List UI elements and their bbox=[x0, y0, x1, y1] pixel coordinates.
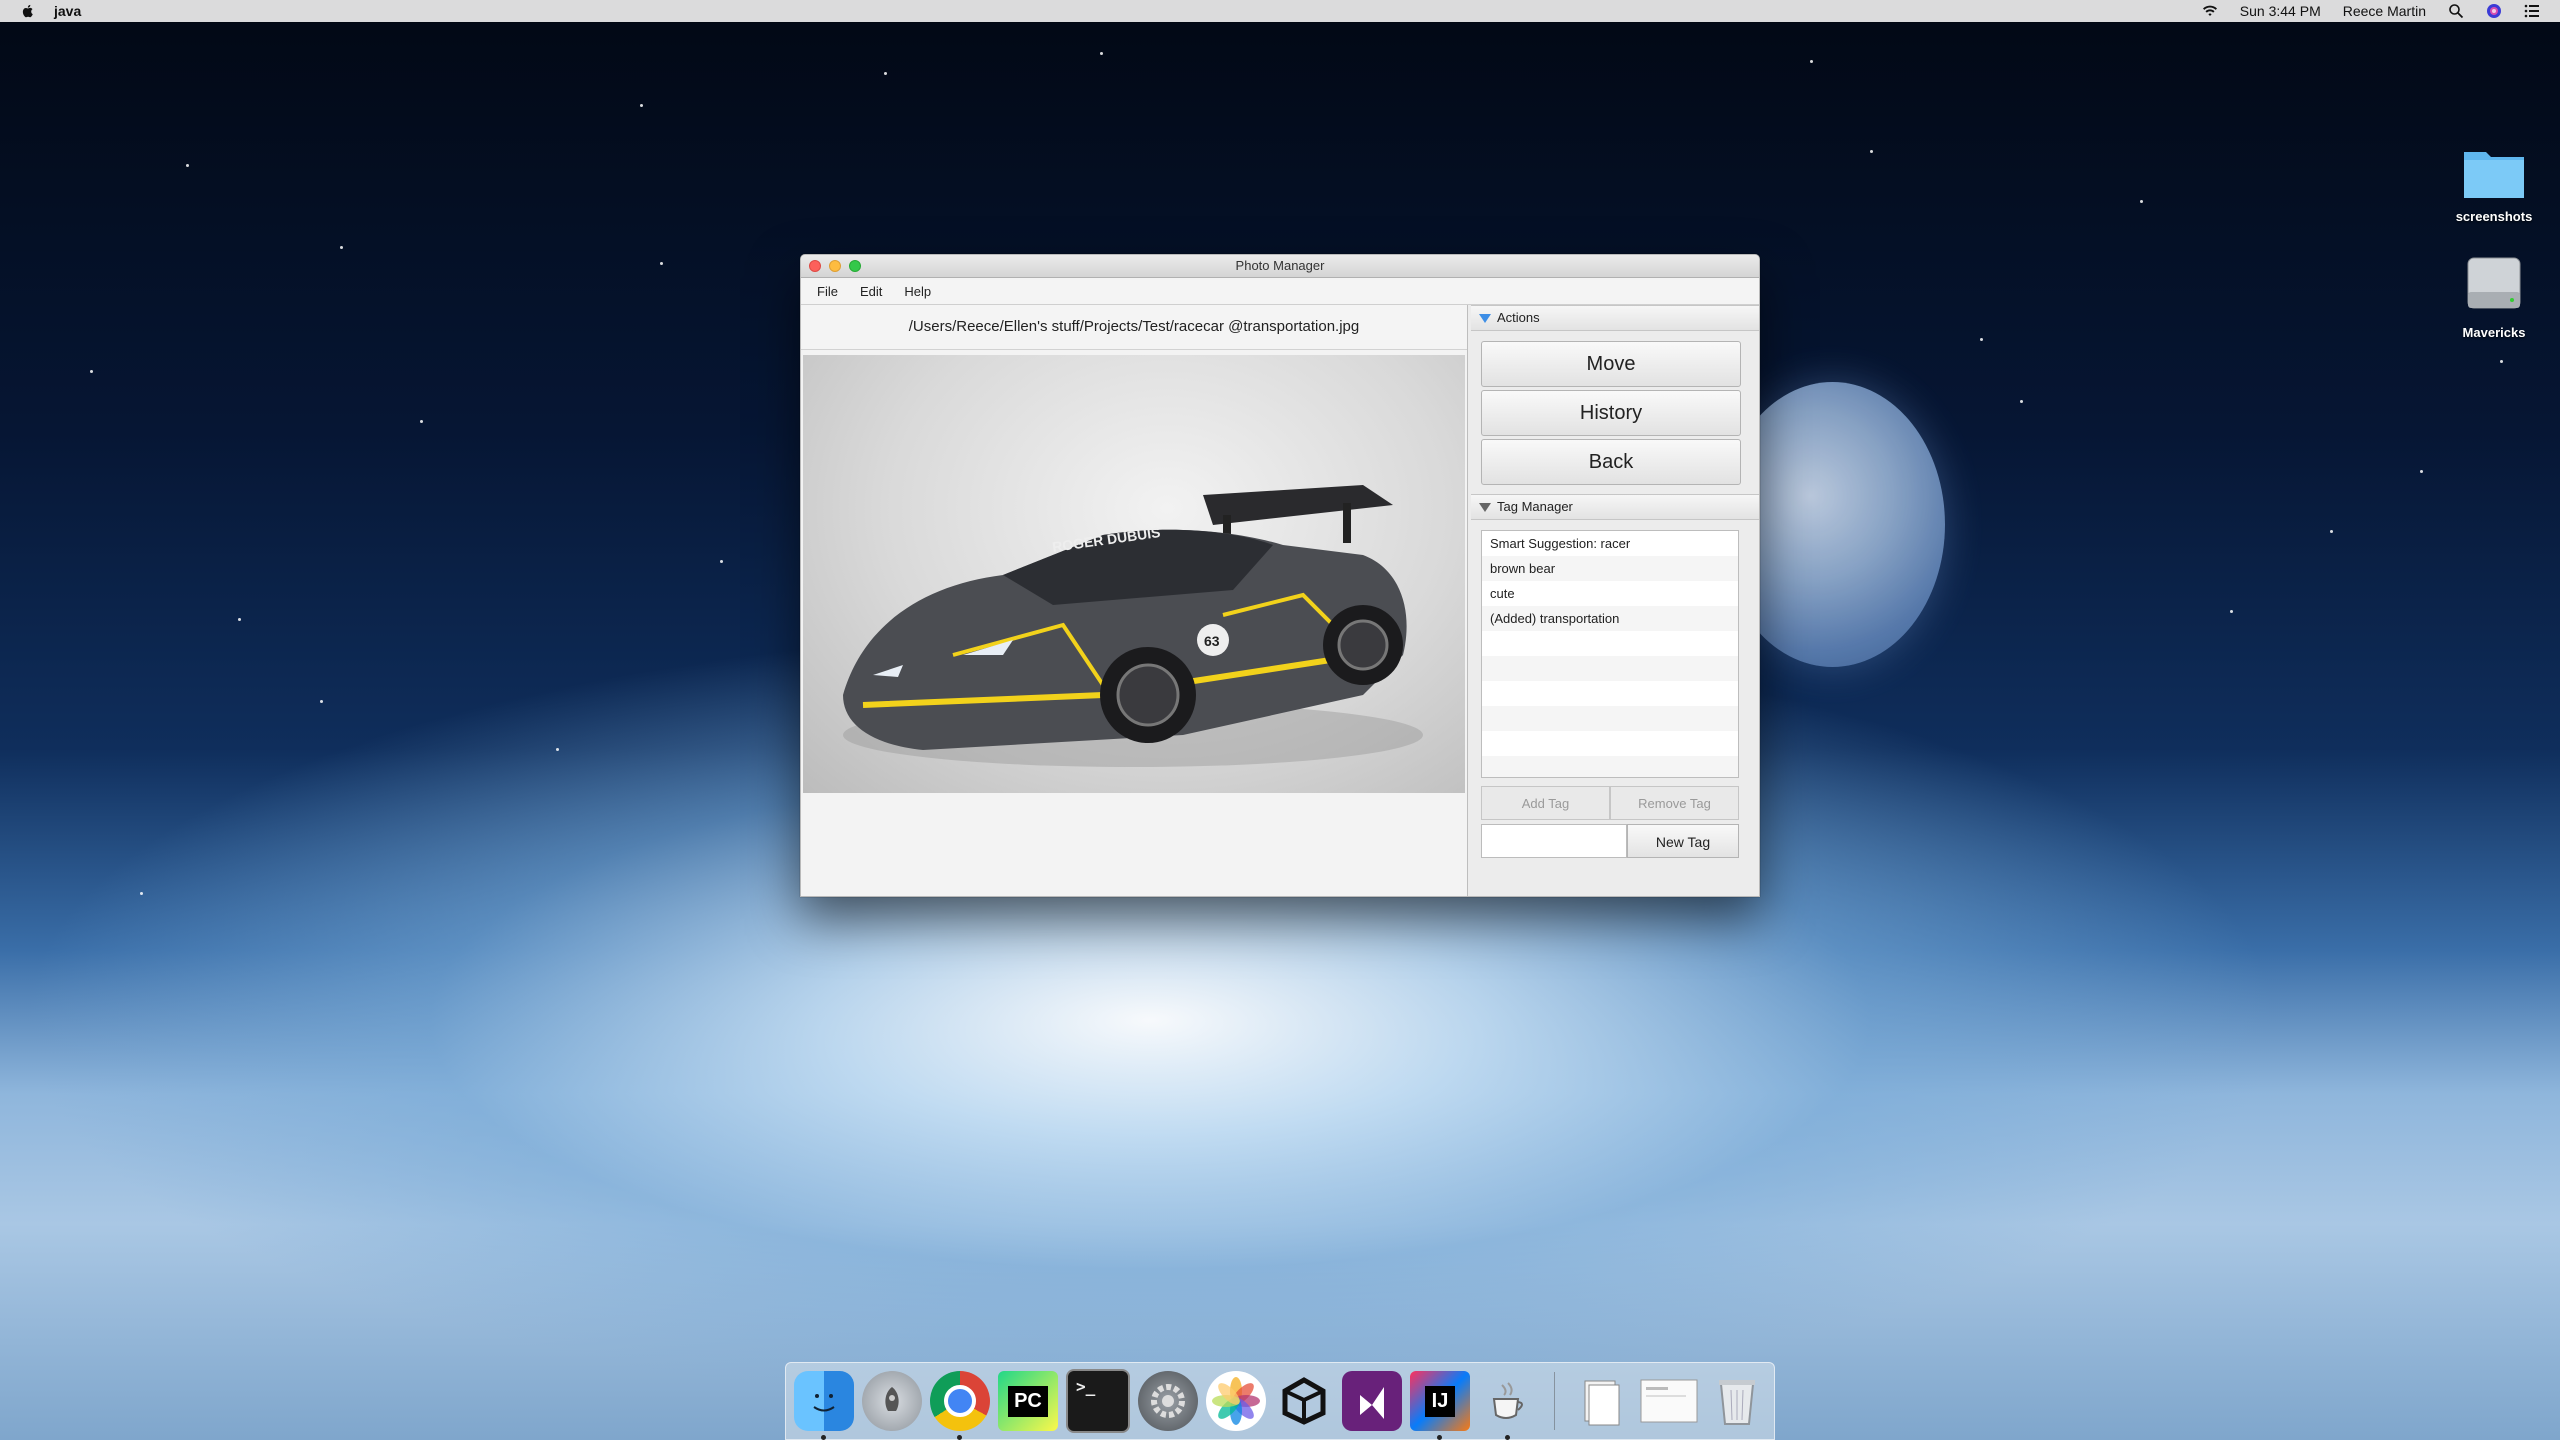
tag-list-empty-row bbox=[1482, 731, 1738, 756]
app-menubar: File Edit Help bbox=[801, 278, 1759, 305]
desktop-item-screenshots[interactable]: screenshots bbox=[2434, 144, 2554, 224]
actions-header-label: Actions bbox=[1497, 310, 1540, 325]
window-title: Photo Manager bbox=[1235, 258, 1325, 273]
actions-header[interactable]: Actions bbox=[1471, 305, 1759, 331]
user-name[interactable]: Reece Martin bbox=[2343, 3, 2426, 19]
folder-icon bbox=[2464, 152, 2524, 198]
trash-icon bbox=[1719, 1380, 1755, 1425]
desktop-item-label: screenshots bbox=[2455, 209, 2533, 224]
photo-preview: ROGER DUBUIS 63 bbox=[803, 355, 1465, 793]
tag-list-empty-row bbox=[1482, 756, 1738, 777]
dock-unity[interactable] bbox=[1274, 1371, 1334, 1431]
dock-chrome[interactable] bbox=[930, 1371, 990, 1440]
photos-icon bbox=[1212, 1377, 1260, 1425]
close-window-button[interactable] bbox=[809, 260, 821, 272]
dock-system-preferences[interactable] bbox=[1138, 1371, 1198, 1431]
visual-studio-icon bbox=[1360, 1387, 1384, 1419]
zoom-window-button[interactable] bbox=[849, 260, 861, 272]
desktop-item-label: Mavericks bbox=[2462, 325, 2526, 340]
tag-manager-header[interactable]: Tag Manager bbox=[1471, 494, 1759, 520]
back-button[interactable]: Back bbox=[1481, 439, 1741, 485]
disclosure-triangle-icon[interactable] bbox=[1479, 502, 1491, 512]
terminal-icon: >_ bbox=[1076, 1377, 1096, 1396]
tag-list-empty-row bbox=[1482, 681, 1738, 706]
siri-icon[interactable] bbox=[2486, 3, 2502, 19]
dock-trash[interactable] bbox=[1707, 1371, 1767, 1431]
tag-list-item[interactable]: Smart Suggestion: racer bbox=[1482, 531, 1738, 556]
clock[interactable]: Sun 3:44 PM bbox=[2240, 3, 2321, 19]
pycharm-icon: PC bbox=[1008, 1385, 1048, 1417]
tag-list[interactable]: Smart Suggestion: racer brown bear cute … bbox=[1481, 530, 1739, 778]
dock-pycharm[interactable]: PC bbox=[998, 1371, 1058, 1431]
side-panel: Actions Move History Back Tag Manager Sm… bbox=[1471, 305, 1759, 896]
racecar-photo: ROGER DUBUIS 63 bbox=[843, 485, 1423, 767]
dock-visual-studio[interactable] bbox=[1342, 1371, 1402, 1431]
apple-logo-icon[interactable] bbox=[20, 3, 36, 19]
minimize-window-button[interactable] bbox=[829, 260, 841, 272]
finder-icon bbox=[813, 1394, 835, 1412]
new-tag-input[interactable] bbox=[1481, 824, 1627, 858]
tag-list-empty-row bbox=[1482, 656, 1738, 681]
photo-pane: /Users/Reece/Ellen's stuff/Projects/Test… bbox=[801, 305, 1468, 896]
active-app-name[interactable]: java bbox=[54, 3, 81, 19]
tag-list-item[interactable]: (Added) transportation bbox=[1482, 606, 1738, 631]
tag-list-item[interactable]: cute bbox=[1482, 581, 1738, 606]
gear-icon bbox=[1151, 1384, 1185, 1418]
window-titlebar[interactable]: Photo Manager bbox=[801, 255, 1759, 278]
dock-launchpad[interactable] bbox=[862, 1371, 922, 1431]
window-thumbnail-icon bbox=[1640, 1379, 1698, 1423]
history-button[interactable]: History bbox=[1481, 390, 1741, 436]
system-menubar: java Sun 3:44 PM Reece Martin bbox=[0, 0, 2560, 22]
menu-edit[interactable]: Edit bbox=[860, 284, 882, 299]
file-path: /Users/Reece/Ellen's stuff/Projects/Test… bbox=[801, 305, 1467, 350]
dock-minimized-window[interactable] bbox=[1639, 1371, 1699, 1431]
dock-terminal[interactable]: >_ bbox=[1066, 1369, 1130, 1433]
spotlight-search-icon[interactable] bbox=[2448, 3, 2464, 19]
remove-tag-button[interactable]: Remove Tag bbox=[1610, 786, 1739, 820]
wifi-icon[interactable] bbox=[2202, 3, 2218, 19]
new-tag-button[interactable]: New Tag bbox=[1627, 824, 1739, 858]
photo-manager-window: Photo Manager File Edit Help /Users/Reec… bbox=[800, 254, 1760, 897]
dock-separator bbox=[1554, 1372, 1555, 1430]
menu-file[interactable]: File bbox=[817, 284, 838, 299]
tag-list-empty-row bbox=[1482, 631, 1738, 656]
document-stack-icon bbox=[1584, 1380, 1620, 1426]
disclosure-triangle-icon[interactable] bbox=[1479, 313, 1491, 323]
svg-text:63: 63 bbox=[1204, 633, 1220, 649]
dock-documents-stack[interactable] bbox=[1571, 1371, 1631, 1431]
tag-manager-header-label: Tag Manager bbox=[1497, 499, 1573, 514]
desktop-item-mavericks[interactable]: Mavericks bbox=[2434, 252, 2554, 340]
java-coffee-icon bbox=[1492, 1382, 1523, 1419]
rocket-icon bbox=[885, 1387, 899, 1411]
move-button[interactable]: Move bbox=[1481, 341, 1741, 387]
dock-intellij[interactable]: IJ bbox=[1410, 1371, 1470, 1440]
chrome-icon bbox=[944, 1385, 976, 1417]
dock-finder[interactable] bbox=[794, 1371, 854, 1440]
intellij-icon: IJ bbox=[1424, 1385, 1456, 1417]
add-tag-button[interactable]: Add Tag bbox=[1481, 786, 1610, 820]
dock-java[interactable] bbox=[1478, 1371, 1538, 1440]
unity-icon bbox=[1282, 1377, 1326, 1425]
dock: PC >_ IJ bbox=[785, 1362, 1775, 1440]
menu-help[interactable]: Help bbox=[904, 284, 931, 299]
tag-list-item[interactable]: brown bear bbox=[1482, 556, 1738, 581]
notification-center-icon[interactable] bbox=[2524, 3, 2540, 19]
hard-drive-icon bbox=[2467, 257, 2521, 309]
tag-list-empty-row bbox=[1482, 706, 1738, 731]
dock-photos[interactable] bbox=[1206, 1371, 1266, 1431]
